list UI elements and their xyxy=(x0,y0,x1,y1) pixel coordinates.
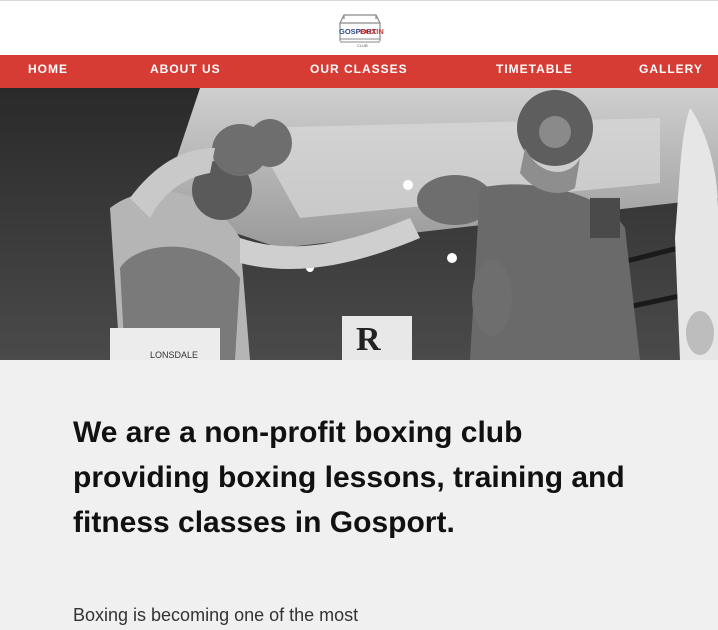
site-header: GOSPORT BOXING CLUB xyxy=(0,0,718,55)
boxers-photo: R LONSDALE xyxy=(0,88,718,360)
nav-timetable[interactable]: TIMETABLE xyxy=(496,55,573,88)
nav-about-us[interactable]: ABOUT US xyxy=(150,55,221,88)
svg-text:BOXING: BOXING xyxy=(360,27,384,36)
intro-headline: We are a non-profit boxing club providin… xyxy=(73,416,625,539)
svg-text:LONSDALE: LONSDALE xyxy=(150,350,198,360)
intro-section: We are a non-profit boxing club providin… xyxy=(0,360,718,630)
nav-gallery[interactable]: GALLERY xyxy=(639,55,703,88)
gosport-boxing-logo[interactable]: GOSPORT BOXING CLUB xyxy=(336,9,390,49)
svg-text:CLUB: CLUB xyxy=(357,43,368,48)
intro-paragraph: Boxing is becoming one of the most xyxy=(73,605,359,625)
hero-image: R LONSDALE xyxy=(0,88,718,360)
svg-text:R: R xyxy=(356,321,381,358)
nav-our-classes[interactable]: OUR CLASSES xyxy=(310,55,408,88)
main-nav: HOME ABOUT US OUR CLASSES TIMETABLE GALL… xyxy=(0,55,718,88)
boxing-ring-icon: GOSPORT BOXING CLUB xyxy=(339,14,390,48)
nav-home[interactable]: HOME xyxy=(28,55,68,88)
